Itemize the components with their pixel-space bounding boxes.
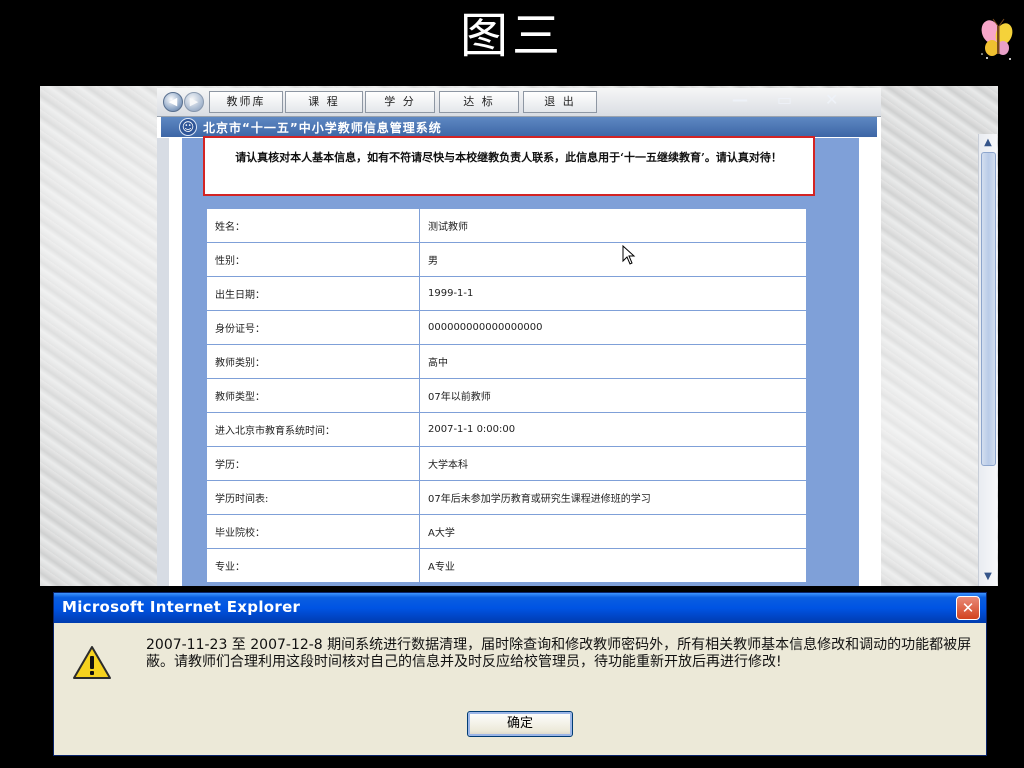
table-row: 身份证号： 000000000000000000: [206, 310, 807, 345]
field-label: 专业：: [206, 548, 420, 583]
field-value: 高中: [419, 344, 807, 379]
browser-window: ◀ ▶ 教师库 课 程 学 分 达 标 退 出 — ▭ ✕ ☺ 北京市“十一五”…: [157, 88, 881, 586]
field-label: 学历：: [206, 446, 420, 481]
tab-standards[interactable]: 达 标: [439, 91, 519, 113]
field-value: 1999-1-1: [419, 276, 807, 311]
teacher-info-table: 姓名： 测试教师 性别：男出生日期： 1999-1-1 身份证号： 00000000000…: [206, 208, 807, 583]
field-label: 性别：: [206, 242, 420, 277]
dialog-title: Microsoft Internet Explorer: [62, 598, 301, 616]
alert-dialog: Microsoft Internet Explorer ✕ 2007-11-23…: [53, 592, 987, 756]
slide-title: 图三: [459, 8, 564, 64]
table-row: 出生日期： 1999-1-1: [206, 276, 807, 311]
table-row: 进入北京市教育系统时间： 2007-1-1 0:00:00: [206, 412, 807, 447]
app-title: 北京市“十一五”中小学教师信息管理系统: [203, 121, 442, 135]
notice-text: 请认真核对本人基本信息，如有不符请尽快与本校继教负责人联系，此信息用于‘十一五继…: [235, 151, 782, 164]
field-label: 学历时间表:: [206, 480, 420, 515]
field-label: 出生日期：: [206, 276, 420, 311]
butterfly-icon: [981, 18, 1013, 60]
field-value: A大学: [419, 514, 807, 549]
browser-toolbar: ◀ ▶ 教师库 课 程 学 分 达 标 退 出 — ▭ ✕: [157, 88, 881, 117]
field-value: 000000000000000000: [419, 310, 807, 345]
notice-box: 请认真核对本人基本信息，如有不符请尽快与本校继教负责人联系，此信息用于‘十一五继…: [203, 136, 815, 196]
table-row: 专业： A专业: [206, 548, 807, 583]
dialog-message: 2007-11-23 至 2007-12-8 期间系统进行数据清理，届时除查询和…: [146, 637, 972, 670]
field-value: 男: [419, 242, 807, 277]
scroll-up-icon[interactable]: ▲: [979, 134, 997, 152]
scroll-thumb[interactable]: [981, 152, 996, 466]
table-row: 性别：男: [206, 242, 807, 277]
minimize-icon[interactable]: —: [732, 90, 748, 109]
warning-icon: [73, 646, 111, 679]
tab-logout[interactable]: 退 出: [523, 91, 597, 113]
table-row: 毕业院校： A大学: [206, 514, 807, 549]
table-row: 教师类别： 高中: [206, 344, 807, 379]
field-value: 大学本科: [419, 446, 807, 481]
ok-button[interactable]: 确定: [467, 711, 573, 737]
field-value: 07年后未参加学历教育或研究生课程进修班的学习: [419, 480, 807, 515]
app-header: ☺ 北京市“十一五”中小学教师信息管理系统: [161, 117, 877, 137]
close-window-icon[interactable]: ✕: [825, 90, 838, 109]
accessibility-icon: ☺: [179, 118, 197, 136]
scroll-down-icon[interactable]: ▼: [979, 568, 997, 586]
field-value: 2007-1-1 0:00:00: [419, 412, 807, 447]
forward-icon[interactable]: ▶: [184, 92, 204, 112]
tab-teacher-library[interactable]: 教师库: [209, 91, 283, 113]
field-label: 教师类型：: [206, 378, 420, 413]
field-label: 进入北京市教育系统时间：: [206, 412, 420, 447]
field-value: A专业: [419, 548, 807, 583]
table-row: 学历： 大学本科: [206, 446, 807, 481]
dialog-close-icon[interactable]: ✕: [956, 596, 980, 620]
back-icon[interactable]: ◀: [163, 92, 183, 112]
tab-courses[interactable]: 课 程: [285, 91, 363, 113]
field-label: 毕业院校：: [206, 514, 420, 549]
dialog-titlebar[interactable]: Microsoft Internet Explorer ✕: [54, 593, 986, 623]
field-value: 测试教师: [419, 208, 807, 243]
table-row: 教师类型： 07年以前教师: [206, 378, 807, 413]
maximize-icon[interactable]: ▭: [777, 90, 792, 109]
field-label: 教师类别：: [206, 344, 420, 379]
page-scrollbar[interactable]: ▲ ▼: [978, 134, 997, 586]
table-row: 学历时间表: 07年后未参加学历教育或研究生课程进修班的学习: [206, 480, 807, 515]
field-value: 07年以前教师: [419, 378, 807, 413]
tab-credits[interactable]: 学 分: [365, 91, 435, 113]
table-row: 姓名： 测试教师: [206, 208, 807, 243]
content-left-border: [157, 138, 169, 586]
mouse-cursor-icon: [622, 245, 636, 265]
field-label: 姓名：: [206, 208, 420, 243]
field-label: 身份证号：: [206, 310, 420, 345]
